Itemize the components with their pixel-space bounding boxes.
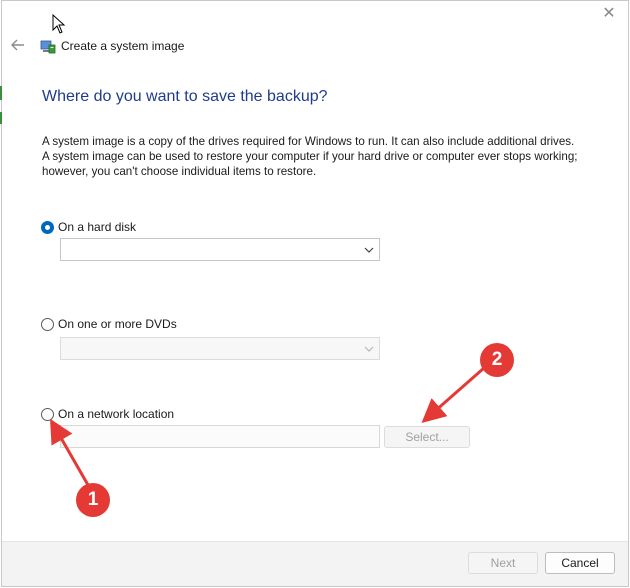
annotation-badge-1: 1: [76, 483, 110, 517]
dvd-option[interactable]: On one or more DVDs: [41, 317, 177, 331]
background-window-edge: [0, 86, 2, 100]
system-image-icon: [40, 40, 56, 54]
window-title: Create a system image: [61, 39, 185, 53]
dvd-dropdown: [60, 337, 380, 360]
hard-disk-dropdown[interactable]: [60, 238, 380, 261]
next-button: Next: [468, 552, 538, 574]
mouse-cursor-icon: [52, 14, 66, 34]
dialog-footer: Next Cancel: [2, 541, 628, 586]
network-location-option[interactable]: On a network location: [41, 407, 174, 421]
back-arrow-icon[interactable]: [10, 37, 26, 53]
network-path-field: [60, 425, 380, 448]
cancel-button[interactable]: Cancel: [545, 552, 615, 574]
hard-disk-radio[interactable]: [41, 220, 54, 234]
hard-disk-label: On a hard disk: [58, 220, 137, 234]
chevron-down-icon: [364, 346, 374, 352]
select-network-button: Select...: [384, 426, 470, 448]
close-icon[interactable]: ✕: [602, 6, 616, 22]
annotation-badge-2: 2: [480, 343, 514, 377]
network-location-radio[interactable]: [41, 407, 54, 421]
background-window-edge: [0, 112, 2, 124]
hard-disk-option[interactable]: On a hard disk: [41, 220, 136, 234]
dvd-label: On one or more DVDs: [58, 317, 177, 331]
dvd-radio[interactable]: [41, 317, 54, 331]
network-location-label: On a network location: [58, 407, 175, 421]
page-description: A system image is a copy of the drives r…: [42, 135, 578, 178]
chevron-down-icon: [364, 247, 374, 253]
page-heading: Where do you want to save the backup?: [42, 88, 328, 105]
